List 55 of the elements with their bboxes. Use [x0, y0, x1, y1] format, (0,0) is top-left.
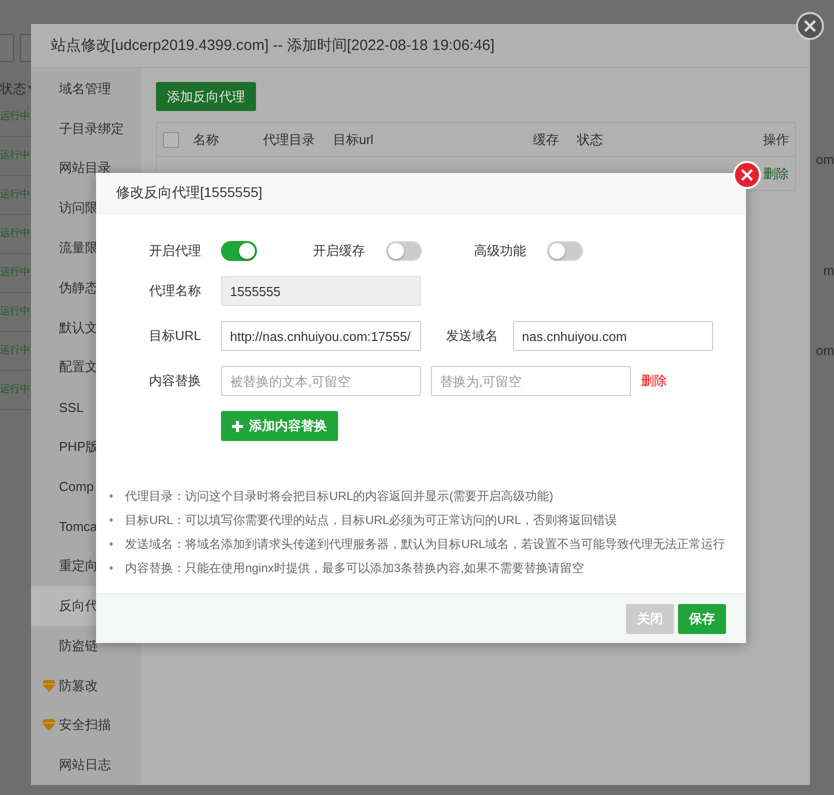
- status-text: 运行中: [0, 345, 30, 356]
- status-text: 运行中: [0, 306, 30, 317]
- column-header: 名称: [193, 132, 219, 146]
- sidebar-item[interactable]: 子目录绑定: [31, 108, 141, 149]
- field-label: 内容替换: [148, 372, 201, 390]
- save-button[interactable]: 保存: [678, 604, 726, 634]
- table-cell: m: [823, 263, 834, 278]
- status-text: 运行中: [0, 189, 30, 200]
- sidebar-item[interactable]: 防盗链: [31, 626, 141, 666]
- field-label: 目标URL: [148, 327, 201, 345]
- input-field[interactable]: 被替换的文本,可留空: [221, 366, 421, 396]
- table-cell: om: [816, 343, 834, 358]
- table-cell: om: [816, 152, 834, 167]
- status-text: 运行中: [0, 384, 30, 395]
- sidebar-item[interactable]: 域名管理: [31, 69, 141, 109]
- input-field[interactable]: 替换为,可留空: [431, 366, 631, 396]
- bullet-mark: •: [109, 512, 114, 529]
- url-field[interactable]: http://nas.cnhuiyou.com:17555/: [221, 321, 421, 351]
- bullet-mark: •: [109, 560, 114, 577]
- sidebar-item[interactable]: 网站日志: [31, 745, 141, 786]
- status-text: 运行中: [0, 111, 30, 122]
- help-note: 目标URL：可以填写你需要代理的站点，目标URL必须为可正常访问的URL，否则将返回错误: [125, 512, 618, 529]
- column-header: 状态: [577, 132, 603, 146]
- close-icon[interactable]: [796, 12, 824, 40]
- dialog-title: 修改反向代理[1555555]: [96, 173, 746, 214]
- checkbox[interactable]: [163, 132, 179, 148]
- status-text: 运行中: [0, 267, 30, 278]
- toggle-label: 高级功能: [474, 242, 526, 260]
- toggle-switch[interactable]: [221, 241, 257, 261]
- column-header: 目标url: [333, 132, 374, 146]
- field-label: 代理名称: [148, 282, 201, 300]
- delete-link[interactable]: 删除: [641, 372, 667, 390]
- status-text: 运行中: [0, 228, 30, 239]
- delete-link[interactable]: 删除: [763, 166, 789, 180]
- sidebar-item[interactable]: 安全扫描: [31, 706, 141, 746]
- column-header: 代理目录: [263, 132, 315, 146]
- toggle-label: 开启代理: [148, 242, 201, 260]
- status-text: 运行中: [0, 150, 30, 161]
- column-header: 缓存: [533, 132, 559, 146]
- add-proxy-button[interactable]: 添加反向代理: [156, 82, 256, 111]
- bullet-mark: •: [109, 536, 114, 553]
- toggle-label: 开启缓存: [313, 242, 365, 260]
- add-replace-button[interactable]: 添加内容替换: [221, 411, 338, 441]
- toggle-switch[interactable]: [386, 241, 422, 261]
- toggle-switch[interactable]: [547, 241, 583, 261]
- column-header: 状态: [0, 80, 26, 98]
- help-note: 内容替换：只能在使用nginx时提供，最多可以添加3条替换内容,如果不需要替换请留空: [125, 560, 584, 577]
- sidebar-item[interactable]: 防篡改: [31, 666, 141, 706]
- bullet-mark: •: [109, 488, 114, 505]
- column-header: 操作: [763, 132, 789, 146]
- help-note: 发送域名：将域名添加到请求头传递到代理服务器，默认为目标URL域名，若设置不当可能导致代理无法正常运行: [125, 536, 726, 553]
- field-label: 发送域名: [446, 327, 498, 345]
- plus-icon: [232, 420, 243, 432]
- help-note: 代理目录：访问这个目录时将会把目标URL的内容返回并显示(需要开启高级功能): [125, 488, 554, 505]
- domain-field[interactable]: nas.cnhuiyou.com: [513, 321, 713, 351]
